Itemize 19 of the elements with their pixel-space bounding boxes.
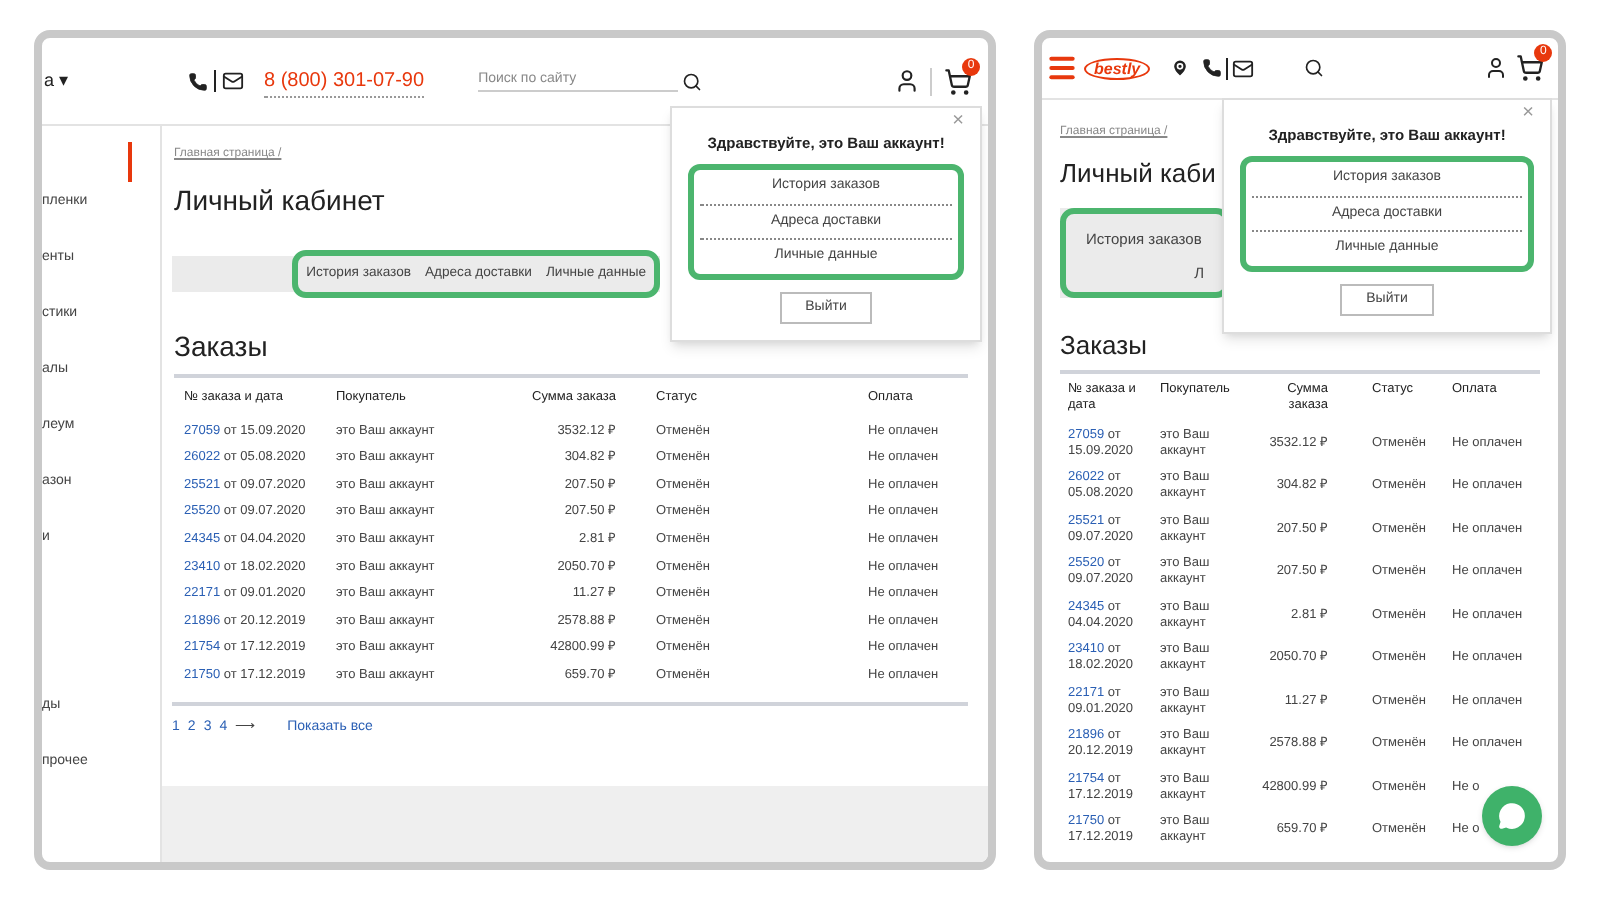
user-icon[interactable]	[894, 68, 921, 94]
chat-icon	[1498, 802, 1526, 830]
search-icon[interactable]	[1304, 58, 1325, 78]
page-title: Личный кабинет	[174, 182, 385, 220]
catalog-menu[interactable]: а ▾	[44, 67, 164, 95]
cart-icon[interactable]	[1516, 54, 1545, 82]
cart-icon[interactable]	[944, 67, 973, 95]
mail-icon[interactable]	[1232, 57, 1255, 79]
phone-number[interactable]: 8 (800) 301-07-90	[264, 65, 425, 97]
phone-icon[interactable]	[188, 71, 208, 91]
logo[interactable]: bestly	[1084, 57, 1151, 79]
phone-icon[interactable]	[1202, 58, 1223, 78]
mail-icon[interactable]	[222, 70, 244, 92]
menu-icon[interactable]	[1046, 52, 1078, 84]
location-icon[interactable]	[1170, 58, 1191, 78]
page-title: Личный каби	[1060, 156, 1216, 192]
user-icon[interactable]	[1484, 56, 1509, 80]
search-icon[interactable]	[682, 71, 703, 91]
chat-button[interactable]	[1482, 786, 1542, 846]
